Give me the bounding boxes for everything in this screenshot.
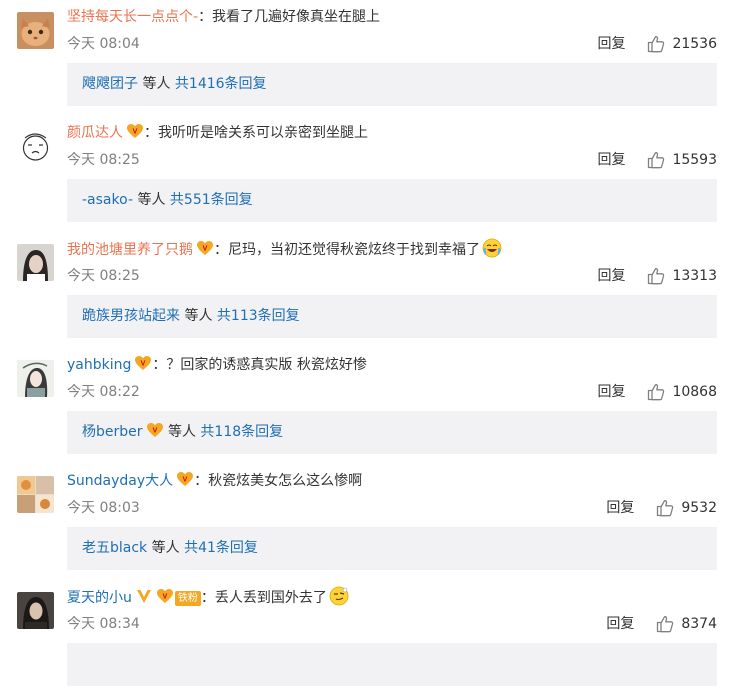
like-button[interactable]: 13313 <box>647 265 717 287</box>
verified-v-icon <box>135 587 153 612</box>
sub-reply-etc: 等人 <box>167 424 196 440</box>
user-avatar[interactable] <box>17 128 54 165</box>
comment-time: 今天 08:25 <box>67 152 140 168</box>
reply-button[interactable]: 回复 <box>597 381 625 403</box>
thumbs-up-icon <box>648 268 665 285</box>
svg-text:V: V <box>133 129 138 136</box>
sub-reply-user[interactable]: 跪族男孩站起来 <box>82 308 180 324</box>
like-count: 15593 <box>672 152 717 168</box>
svg-text:V: V <box>203 246 208 253</box>
comment-text: ：我听听是啥关系可以亲密到坐腿上 <box>144 125 368 141</box>
sub-reply-total[interactable]: 共551条回复 <box>170 192 253 208</box>
laugh-cry-emoji-icon <box>482 238 502 265</box>
vip-badge-icon: V <box>176 470 194 495</box>
sub-reply-etc: 等人 <box>137 192 166 208</box>
vip-badge-icon: V <box>126 122 144 147</box>
sub-replies-bar[interactable] <box>67 643 717 686</box>
comment-text: ：丢人丢到国外去了 <box>200 590 327 606</box>
username-link[interactable]: yahbking <box>67 357 131 373</box>
user-avatar[interactable] <box>17 244 54 281</box>
svg-text:V: V <box>152 428 157 435</box>
thumbs-up-icon <box>657 616 674 633</box>
sub-reply-total[interactable]: 共113条回复 <box>217 308 300 324</box>
svg-text:V: V <box>183 477 188 484</box>
username-link[interactable]: 我的池塘里养了只鹅 <box>67 242 193 258</box>
user-avatar[interactable] <box>17 12 54 49</box>
like-count: 21536 <box>672 36 717 52</box>
thumbs-up-icon <box>648 36 665 53</box>
sub-reply-etc: 等人 <box>142 76 171 92</box>
sub-reply-user[interactable]: 飕飕团子 <box>82 76 138 92</box>
like-count: 8374 <box>681 616 717 632</box>
comment-text: ：？回家的诱惑真实版 秋瓷炫好惨 <box>152 357 367 373</box>
comment-item: 我的池塘里养了只鹅 V ：尼玛，当初还觉得秋瓷炫终于找到幸福了 今天 08:25 回… <box>0 232 750 348</box>
comment-text: ：尼玛，当初还觉得秋瓷炫终于找到幸福了 <box>214 242 480 258</box>
like-button[interactable]: 10868 <box>647 381 717 403</box>
sub-reply-user[interactable]: 老五black <box>82 540 147 556</box>
vip-badge-icon: V <box>156 587 174 612</box>
reply-button[interactable]: 回复 <box>597 149 625 171</box>
svg-text:V: V <box>141 361 146 368</box>
comment-time: 今天 08:22 <box>67 384 140 400</box>
like-button[interactable]: 21536 <box>647 33 717 55</box>
comment-item: 夏天的小u V 铁粉 ：丢人丢到国外去了 今天 08:34 回复 8374 <box>0 580 750 696</box>
sub-reply-total[interactable]: 共118条回复 <box>200 424 283 440</box>
comment-time: 今天 08:34 <box>67 616 140 632</box>
sub-reply-user[interactable]: 杨berber <box>82 424 143 440</box>
sub-reply-etc: 等人 <box>151 540 180 556</box>
sub-reply-total[interactable]: 共41条回复 <box>184 540 258 556</box>
comment-time: 今天 08:03 <box>67 500 140 516</box>
thumbs-up-icon <box>657 500 674 517</box>
reply-button[interactable]: 回复 <box>597 265 625 287</box>
comment-item: Sundayday大人 V ：秋瓷炫美女怎么这么惨啊 今天 08:03 回复 953… <box>0 464 750 580</box>
sub-replies-bar[interactable]: 飕飕团子 等人 共1416条回复 <box>67 63 717 106</box>
username-link[interactable]: Sundayday大人 <box>67 473 173 489</box>
sub-replies-bar[interactable]: 杨berber V 等人 共118条回复 <box>67 411 717 454</box>
comment-time: 今天 08:04 <box>67 36 140 52</box>
fan-badge-icon: 铁粉 <box>174 591 201 606</box>
comment-item: 颜瓜达人 V ：我听听是啥关系可以亲密到坐腿上 今天 08:25 回复 15593 … <box>0 116 750 232</box>
sub-reply-total[interactable]: 共1416条回复 <box>175 76 267 92</box>
reply-button[interactable]: 回复 <box>597 33 625 55</box>
comment-time: 今天 08:25 <box>67 268 140 284</box>
username-link[interactable]: 颜瓜达人 <box>67 125 123 141</box>
sub-replies-bar[interactable]: -asako- 等人 共551条回复 <box>67 179 717 222</box>
user-avatar[interactable] <box>17 476 54 513</box>
like-count: 9532 <box>681 500 717 516</box>
comment-item: 坚持每天长一点点个-：我看了几遍好像真坐在腿上 今天 08:04 回复 2153… <box>0 0 750 116</box>
user-avatar[interactable] <box>17 592 54 629</box>
reply-button[interactable]: 回复 <box>606 613 634 635</box>
comment-text: ：秋瓷炫美女怎么这么惨啊 <box>194 473 363 489</box>
like-button[interactable]: 15593 <box>647 149 717 171</box>
reply-button[interactable]: 回复 <box>606 497 634 519</box>
sub-reply-etc: 等人 <box>184 308 213 324</box>
thumbs-up-icon <box>648 152 665 169</box>
username-link[interactable]: 夏天的小u <box>67 590 132 606</box>
sub-replies-bar[interactable]: 老五black 等人 共41条回复 <box>67 527 717 570</box>
sub-reply-user[interactable]: -asako- <box>82 192 133 208</box>
like-count: 10868 <box>672 384 717 400</box>
comment-text: ：我看了几遍好像真坐在腿上 <box>198 9 381 25</box>
vip-badge-icon: V <box>146 414 164 457</box>
comment-item: yahbking V ：？回家的诱惑真实版 秋瓷炫好惨 今天 08:22 回复 10… <box>0 348 750 464</box>
like-count: 13313 <box>672 268 717 284</box>
like-button[interactable]: 8374 <box>656 613 717 635</box>
svg-text:V: V <box>163 594 168 601</box>
smug-face-emoji-icon <box>329 586 349 613</box>
like-button[interactable]: 9532 <box>656 497 717 519</box>
sub-replies-bar[interactable]: 跪族男孩站起来 等人 共113条回复 <box>67 295 717 338</box>
vip-badge-icon: V <box>134 354 152 379</box>
user-avatar[interactable] <box>17 360 54 397</box>
username-link[interactable]: 坚持每天长一点点个- <box>67 9 198 25</box>
vip-badge-icon: V <box>196 239 214 264</box>
thumbs-up-icon <box>648 384 665 401</box>
